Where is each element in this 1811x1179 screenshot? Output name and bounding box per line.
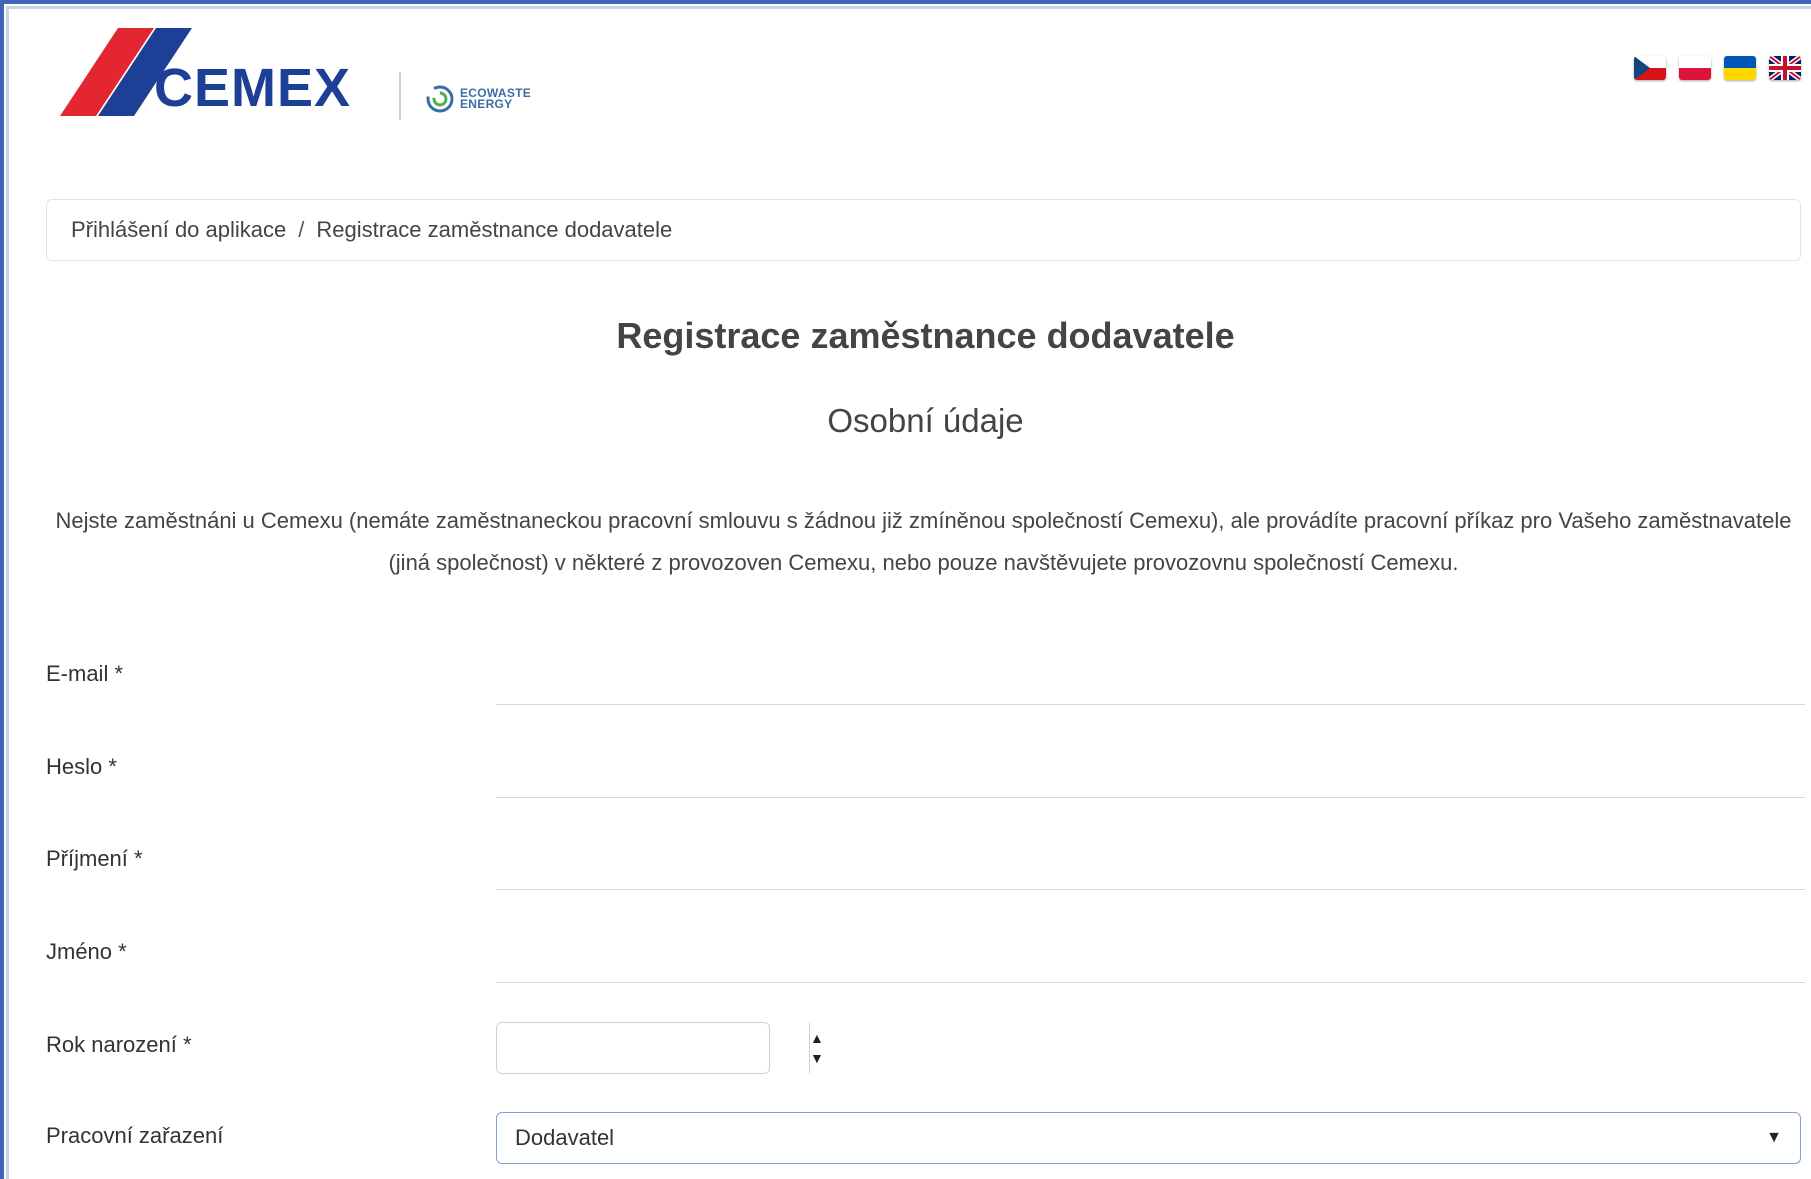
breadcrumb-separator: / [298, 217, 305, 242]
password-label: Heslo * [46, 754, 117, 779]
birth-year-spinner: ▲ ▼ [809, 1023, 824, 1073]
page-title: Registrace zaměstnance dodavatele [616, 315, 1235, 356]
flag-ua-icon[interactable] [1724, 56, 1756, 80]
surname-field[interactable] [496, 837, 1805, 890]
flag-gb-icon[interactable] [1769, 56, 1801, 80]
breadcrumb-current: Registrace zaměstnance dodavatele [316, 217, 673, 242]
job-position-value: Dodavatel [515, 1125, 615, 1150]
password-field[interactable] [496, 745, 1805, 798]
email-field[interactable] [496, 652, 1805, 705]
language-switcher [1634, 56, 1801, 80]
birth-year-input[interactable] [497, 1023, 809, 1073]
cemex-logo-text: CEMEX [154, 58, 351, 116]
chevron-down-icon: ▼ [1766, 1129, 1782, 1146]
job-position-select[interactable]: Dodavatel ▼ [496, 1112, 1801, 1164]
increment-arrow-icon[interactable]: ▲ [810, 1031, 824, 1045]
decrement-arrow-icon[interactable]: ▼ [810, 1051, 824, 1065]
ecowaste-line2: ENERGY [460, 97, 513, 111]
section-subtitle: Osobní údaje [827, 402, 1024, 439]
logo-divider [399, 72, 401, 120]
birth-year-stepper: ▲ ▼ [496, 1022, 824, 1074]
breadcrumb-login-link[interactable]: Přihlášení do aplikace [71, 217, 286, 243]
registration-description: Nejste zaměstnáni u Cemexu (nemáte zaměs… [55, 508, 1792, 575]
ecowaste-text: ECOWASTE ENERGY [460, 87, 531, 111]
email-label: E-mail * [46, 661, 124, 686]
breadcrumb: Přihlášení do aplikace / Registrace zamě… [46, 199, 1801, 261]
job-position-label: Pracovní zařazení [46, 1123, 224, 1148]
cemex-logo: CEMEX [60, 28, 351, 116]
flag-cz-icon[interactable] [1634, 56, 1666, 80]
surname-label: Příjmení * [46, 846, 143, 871]
firstname-field[interactable] [496, 930, 1805, 983]
window-frame [0, 0, 1811, 1179]
firstname-label: Jméno * [46, 939, 127, 964]
ecowaste-logo: ECOWASTE ENERGY [425, 84, 545, 118]
ecowaste-swirl-icon [426, 85, 454, 113]
flag-pl-icon[interactable] [1679, 56, 1711, 80]
birth-year-label: Rok narození * [46, 1032, 192, 1057]
